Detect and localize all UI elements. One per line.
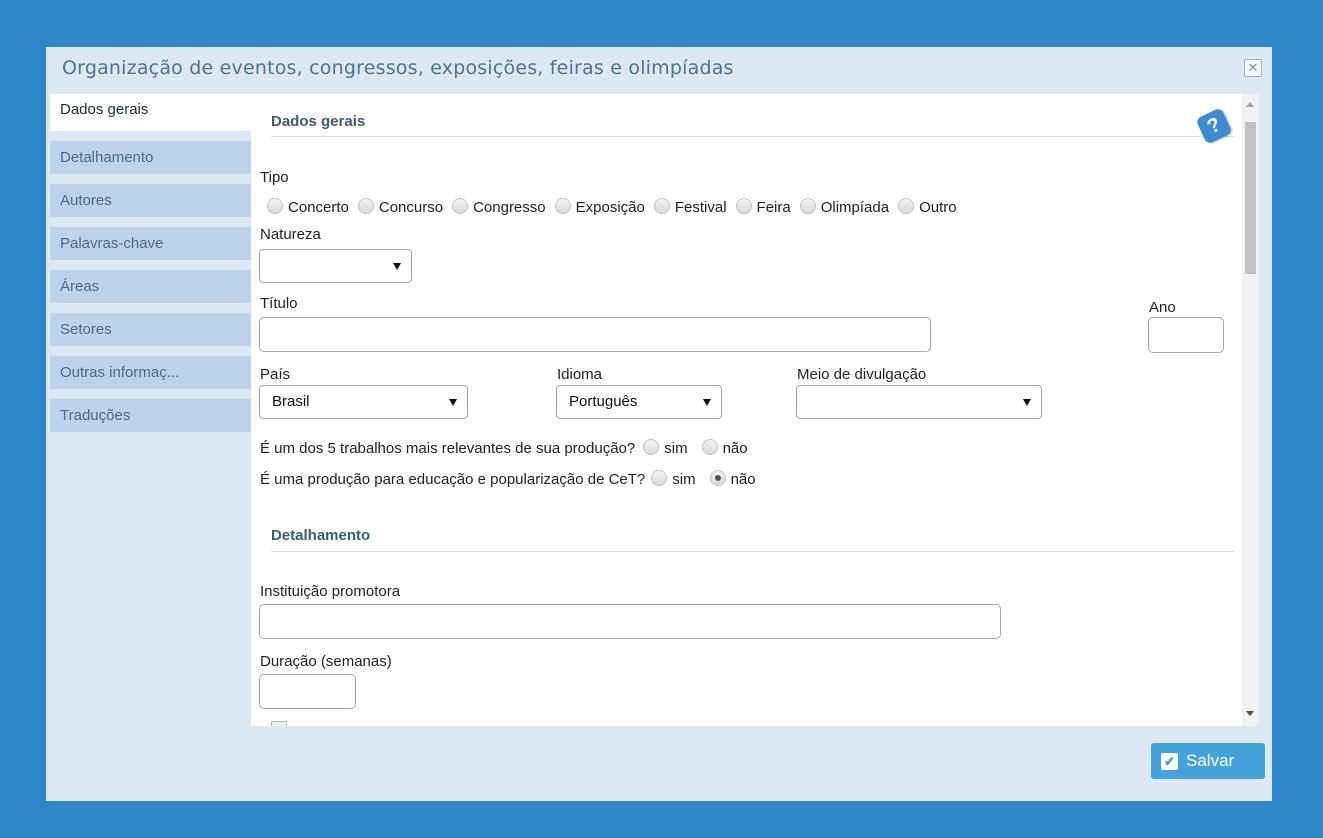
radio-icon[interactable]: [452, 197, 469, 214]
tipo-label: Tipo: [260, 169, 289, 186]
natureza-select[interactable]: [259, 249, 412, 283]
tab-autores[interactable]: Autores: [50, 183, 251, 217]
relevantes-question-row: É um dos 5 trabalhos mais relevantes de …: [260, 438, 757, 457]
sidebar: Dados gerais Detalhamento Autores Palavr…: [50, 94, 252, 441]
radio-icon[interactable]: [898, 197, 915, 214]
relevantes-option-sim[interactable]: sim: [643, 438, 688, 457]
chevron-down-icon: [1023, 399, 1031, 406]
close-icon[interactable]: ✕: [1244, 59, 1262, 77]
duracao-label: Duração (semanas): [260, 653, 392, 670]
tab-detalhamento[interactable]: Detalhamento: [50, 140, 251, 174]
radio-icon[interactable]: [653, 197, 670, 214]
educacao-question-row: É uma produção para educação e populariz…: [260, 469, 765, 488]
tab-outras-informacoes[interactable]: Outras informaç...: [50, 355, 251, 389]
educacao-option-nao[interactable]: não: [709, 469, 756, 488]
save-button[interactable]: ✔ Salvar: [1151, 743, 1265, 779]
radio-icon[interactable]: [554, 197, 571, 214]
titulo-input[interactable]: [259, 317, 931, 352]
form-panel: Dados gerais ? Tipo Concerto Concurso Co…: [251, 94, 1242, 726]
chevron-down-icon: [703, 399, 711, 406]
duracao-input[interactable]: [259, 674, 356, 709]
chevron-down-icon: [393, 263, 401, 270]
section-title-detalhamento: Detalhamento: [271, 527, 371, 544]
tab-areas[interactable]: Áreas: [50, 269, 251, 303]
radio-icon[interactable]: [701, 438, 718, 455]
natureza-label: Natureza: [260, 226, 321, 243]
meio-divulgacao-label: Meio de divulgação: [797, 366, 927, 383]
chevron-down-icon: [449, 399, 457, 406]
scroll-up-arrow-icon[interactable]: [1246, 102, 1254, 107]
checkmark-icon: ✔: [1161, 752, 1178, 770]
tipo-option-exposicao[interactable]: Exposição: [554, 197, 645, 216]
scrollbar[interactable]: [1242, 94, 1259, 726]
relevantes-question: É um dos 5 trabalhos mais relevantes de …: [260, 440, 636, 457]
radio-icon[interactable]: [357, 197, 374, 214]
radio-icon[interactable]: [735, 197, 752, 214]
tab-palavras-chave[interactable]: Palavras-chave: [50, 226, 251, 260]
tab-dados-gerais[interactable]: Dados gerais: [50, 94, 252, 131]
section-divider: [271, 136, 1234, 137]
radio-icon[interactable]: [799, 197, 816, 214]
section-divider: [271, 551, 1234, 552]
relevantes-option-nao[interactable]: não: [701, 438, 748, 457]
tab-setores[interactable]: Setores: [50, 312, 251, 346]
idioma-select[interactable]: Português: [556, 385, 722, 419]
scroll-thumb[interactable]: [1245, 122, 1256, 274]
educacao-option-sim[interactable]: sim: [651, 469, 696, 488]
tipo-option-olimpiada[interactable]: Olimpíada: [799, 197, 889, 216]
titulo-label: Título: [260, 295, 298, 312]
dialog-window: Organização de eventos, congressos, expo…: [46, 47, 1272, 801]
radio-checked-icon[interactable]: [709, 469, 726, 486]
ano-label: Ano: [1149, 299, 1176, 316]
idioma-label: Idioma: [557, 366, 603, 383]
instituicao-promotora-label: Instituição promotora: [260, 583, 401, 600]
tipo-option-festival[interactable]: Festival: [653, 197, 727, 216]
educacao-question: É uma produção para educação e populariz…: [260, 471, 646, 488]
dialog-title: Organização de eventos, congressos, expo…: [62, 57, 734, 79]
scroll-down-arrow-icon[interactable]: [1246, 711, 1254, 716]
pais-label: País: [260, 366, 291, 383]
tipo-option-concurso[interactable]: Concurso: [357, 197, 443, 216]
tipo-option-feira[interactable]: Feira: [735, 197, 791, 216]
instituicao-promotora-input[interactable]: [259, 604, 1001, 639]
tipo-option-outro[interactable]: Outro: [898, 197, 957, 216]
help-book-icon[interactable]: ?: [1195, 107, 1233, 145]
section-title-dados-gerais: Dados gerais: [271, 113, 366, 130]
radio-icon[interactable]: [643, 438, 660, 455]
checkbox-partial[interactable]: [271, 721, 287, 726]
radio-icon[interactable]: [651, 469, 668, 486]
tab-traducoes[interactable]: Traduções: [50, 398, 251, 432]
tipo-option-concerto[interactable]: Concerto: [267, 197, 349, 216]
tipo-radio-group: Concerto Concurso Congresso Exposição Fe…: [267, 197, 966, 216]
ano-input[interactable]: [1148, 317, 1224, 353]
radio-icon[interactable]: [267, 197, 283, 214]
pais-select[interactable]: Brasil: [259, 385, 468, 419]
meio-divulgacao-select[interactable]: [796, 385, 1042, 419]
tipo-option-congresso[interactable]: Congresso: [452, 197, 546, 216]
